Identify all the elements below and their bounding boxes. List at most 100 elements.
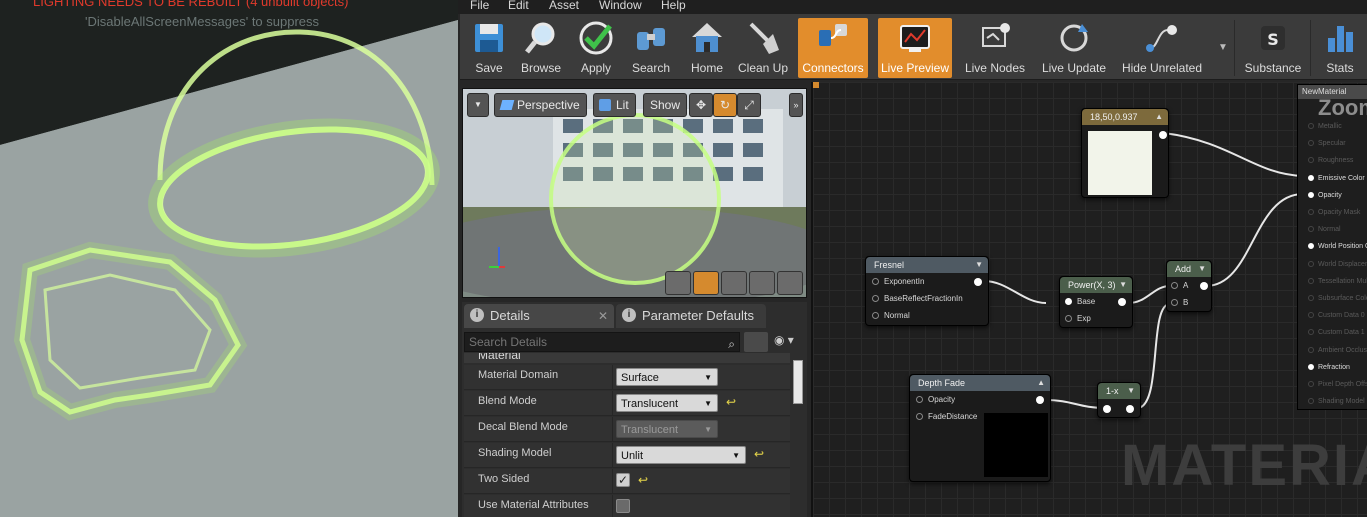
one-minus-node[interactable]: 1-x ▼	[1097, 382, 1141, 418]
preview-sphere-button[interactable]	[693, 271, 719, 295]
result-pin[interactable]: Emissive Color	[1308, 174, 1365, 182]
result-pin[interactable]: Tessellation Multiplier	[1308, 277, 1367, 285]
property-matrix-button[interactable]	[744, 332, 768, 352]
result-pin[interactable]: Ambient Occlusion	[1308, 346, 1367, 354]
result-pin[interactable]: Custom Data 0	[1308, 312, 1365, 319]
row-divider	[612, 391, 613, 416]
cleanup-button[interactable]: Clean Up	[736, 18, 790, 78]
collapse-arrow-icon[interactable]: ▼	[975, 257, 983, 273]
result-pin[interactable]: Subsurface Color	[1308, 295, 1367, 302]
pin-fade-distance[interactable]: FadeDistance	[916, 412, 977, 421]
details-scrollbar[interactable]	[793, 360, 803, 404]
collapse-arrow-icon[interactable]: ▼	[1127, 383, 1135, 399]
pin-base[interactable]: Base	[1065, 297, 1095, 306]
add-node[interactable]: Add ▼ A B	[1166, 260, 1212, 312]
material-result-node[interactable]: NewMaterial Zoom MetallicSpecularRoughne…	[1297, 84, 1367, 410]
input-pin[interactable]	[1103, 405, 1111, 413]
hide-unrelated-button[interactable]: Hide Unrelated	[1120, 18, 1204, 78]
show-button[interactable]: Show	[643, 93, 688, 117]
lit-button[interactable]: Lit	[593, 93, 636, 117]
search-button[interactable]: Search	[626, 18, 676, 78]
menu-edit[interactable]: Edit	[508, 0, 529, 12]
reset-to-default-icon[interactable]: ↩	[754, 447, 764, 461]
result-pin[interactable]: Metallic	[1308, 123, 1342, 130]
result-pin[interactable]: Pixel Depth Offset	[1308, 381, 1367, 388]
translate-mode-button[interactable]: ✥	[689, 93, 713, 117]
preview-plane-button[interactable]	[721, 271, 747, 295]
home-button[interactable]: Home	[682, 18, 732, 78]
preview-viewport[interactable]: ▼ Perspective Lit Show ✥ ↻ ⤢ »	[462, 88, 807, 298]
viewport-options-button[interactable]: ▼	[467, 93, 489, 117]
category-header-material[interactable]: Material	[464, 353, 790, 363]
output-pin[interactable]	[1200, 282, 1208, 290]
perspective-button[interactable]: Perspective	[494, 93, 587, 117]
menu-file[interactable]: File	[470, 0, 489, 12]
close-icon[interactable]: ✕	[598, 304, 608, 328]
pin-b[interactable]: B	[1171, 298, 1188, 307]
result-pin-label: Shading Model	[1318, 398, 1365, 406]
power-node[interactable]: Power(X, 3) ▼ Base Exp	[1059, 276, 1133, 328]
reset-to-default-icon[interactable]: ↩	[638, 473, 648, 487]
rotate-mode-button[interactable]: ↻	[713, 93, 737, 117]
result-pin[interactable]: Refraction	[1308, 363, 1350, 371]
substance-button[interactable]: S Substance	[1238, 18, 1308, 78]
collapse-arrow-icon[interactable]: ▼	[1119, 277, 1127, 293]
output-pin[interactable]	[1126, 405, 1134, 413]
result-pin[interactable]: Roughness	[1308, 157, 1353, 164]
search-details-input[interactable]: Search Details ⌕	[464, 332, 740, 352]
menu-asset[interactable]: Asset	[549, 0, 579, 12]
result-pin[interactable]: Custom Data 1	[1308, 329, 1365, 336]
fresnel-node[interactable]: Fresnel ▼ ExponentIn BaseReflectFractionI…	[865, 256, 989, 326]
output-pin[interactable]	[1159, 131, 1167, 139]
tab-parameter-defaults[interactable]: i Parameter Defaults	[616, 304, 766, 328]
stats-button[interactable]: Stats	[1316, 18, 1364, 78]
collapse-arrow-icon[interactable]: ▼	[1198, 261, 1206, 277]
connectors-button[interactable]: Connectors	[798, 18, 868, 78]
live-update-button[interactable]: Live Update	[1038, 18, 1110, 78]
menu-help[interactable]: Help	[661, 0, 686, 12]
tab-details[interactable]: i Details ✕	[464, 304, 614, 328]
reset-to-default-icon[interactable]: ↩	[726, 395, 736, 409]
pin-opacity[interactable]: Opacity	[916, 395, 955, 404]
output-pin[interactable]	[974, 278, 982, 286]
result-pin[interactable]: Opacity	[1308, 191, 1342, 199]
collapse-arrow-icon[interactable]: ▲	[1155, 109, 1163, 125]
live-preview-button[interactable]: Live Preview	[878, 18, 952, 78]
pin-exp[interactable]: Exp	[1065, 314, 1091, 323]
result-pin[interactable]: Normal	[1308, 226, 1341, 233]
depth-fade-node[interactable]: Depth Fade ▲ Opacity FadeDistance	[909, 374, 1051, 482]
live-nodes-button[interactable]: Live Nodes	[960, 18, 1030, 78]
result-pin[interactable]: Opacity Mask	[1308, 209, 1360, 216]
save-button[interactable]: Save	[466, 18, 512, 78]
level-viewport[interactable]: LIGHTING NEEDS TO BE REBUILT (4 unbuilt …	[0, 0, 458, 517]
material-graph[interactable]: 18,50,0.937 ▲ Fresnel ▼ ExponentIn BaseRef…	[811, 82, 1367, 517]
result-pin[interactable]: Specular	[1308, 140, 1346, 147]
material-domain-dropdown[interactable]: Surface ▼	[616, 368, 718, 386]
shading-model-dropdown[interactable]: Unlit ▼	[616, 446, 746, 464]
scale-mode-button[interactable]: ⤢	[737, 93, 761, 117]
browse-button[interactable]: Browse	[516, 18, 566, 78]
preview-cube-button[interactable]	[749, 271, 775, 295]
menu-window[interactable]: Window	[599, 0, 642, 12]
pin-base-reflect-fraction-in[interactable]: BaseReflectFractionIn	[872, 294, 963, 303]
pin-exponent-in[interactable]: ExponentIn	[872, 277, 924, 286]
blend-mode-dropdown[interactable]: Translucent ▼	[616, 394, 718, 412]
use-material-attributes-checkbox[interactable]	[616, 499, 630, 513]
toolbar-overflow-arrow[interactable]: ▼	[1218, 42, 1228, 53]
constant-node[interactable]: 18,50,0.937 ▲	[1081, 108, 1169, 198]
result-pin[interactable]: Shading Model	[1308, 398, 1365, 405]
output-pin[interactable]	[1118, 298, 1126, 306]
viewport-more-button[interactable]: »	[789, 93, 803, 117]
collapse-arrow-icon[interactable]: ▲	[1037, 375, 1045, 391]
result-pin[interactable]: World Displacement	[1308, 260, 1367, 268]
two-sided-checkbox[interactable]: ✓	[616, 473, 630, 487]
pin-normal[interactable]: Normal	[872, 311, 910, 320]
result-pin-label: Normal	[1318, 226, 1341, 234]
preview-custom-mesh-button[interactable]	[777, 271, 803, 295]
preview-cylinder-button[interactable]	[665, 271, 691, 295]
apply-button[interactable]: Apply	[572, 18, 620, 78]
result-pin[interactable]: World Position Offset	[1308, 243, 1367, 250]
pin-a[interactable]: A	[1171, 281, 1188, 290]
view-options-eye-icon[interactable]: ◉ ▾	[774, 333, 794, 347]
output-pin[interactable]	[1036, 396, 1044, 404]
